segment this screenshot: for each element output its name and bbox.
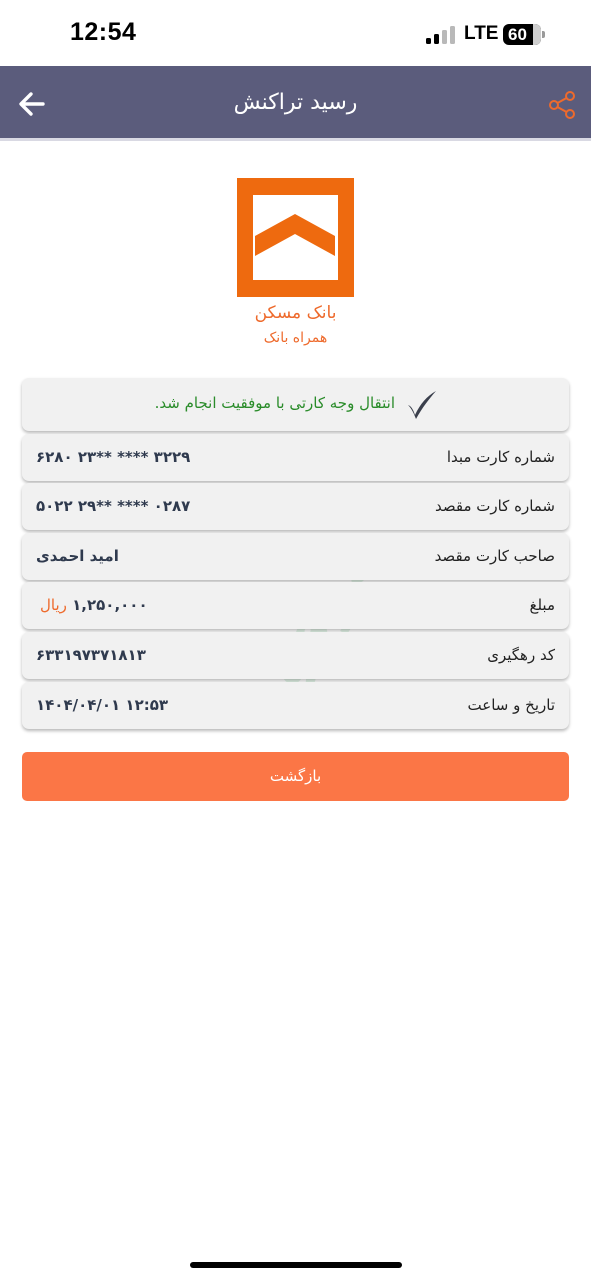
row-label: کد رهگیری <box>487 645 555 664</box>
row-label: شماره کارت مبدا <box>446 447 555 466</box>
battery-icon: 60 <box>503 24 541 45</box>
row-label: شماره کارت مقصد <box>434 497 555 516</box>
receipt-row-source-card: شماره کارت مبدا ۶۲۸۰ ۲۳** **** ۳۲۲۹ <box>22 433 569 481</box>
network-type: LTE <box>464 23 499 44</box>
transaction-datetime: ۱۴۰۴/۰۴/۰۱ ۱۲:۵۳ <box>36 695 169 714</box>
amount-value: ۱,۲۵۰,۰۰۰ ریال <box>36 596 148 614</box>
receipt-row-datetime: تاریخ و ساعت ۱۴۰۴/۰۴/۰۱ ۱۲:۵۳ <box>22 681 569 729</box>
receipt-row-tracking-code: کد رهگیری ۶۳۳۱۹۷۳۷۱۸۱۳ <box>22 631 569 679</box>
battery-tip <box>542 31 545 38</box>
receipt-row-destination-card: شماره کارت مقصد ۵۰۲۲ ۲۹** **** ۰۲۸۷ <box>22 483 569 531</box>
card-owner-name: امید احمدی <box>36 546 119 565</box>
success-message: انتقال وجه کارتی با موفقیت انجام شد. <box>154 394 395 412</box>
home-indicator[interactable] <box>190 1262 402 1268</box>
receipt-row-amount: مبلغ ۱,۲۵۰,۰۰۰ ریال <box>22 582 569 630</box>
destination-card-number: ۵۰۲۲ ۲۹** **** ۰۲۸۷ <box>36 497 191 516</box>
battery-level: 60 <box>508 25 527 44</box>
receipt-card: انتقال وجه کارتی با موفقیت انجام شد. شما… <box>22 378 569 731</box>
page-title: رسید تراکنش <box>233 90 358 115</box>
bank-logo <box>237 178 354 297</box>
success-row: انتقال وجه کارتی با موفقیت انجام شد. <box>22 378 569 431</box>
bank-app-name: همراه بانک <box>263 330 328 346</box>
checkmark-icon <box>408 391 436 419</box>
status-time: 12:54 <box>70 18 137 46</box>
tracking-code: ۶۳۳۱۹۷۳۷۱۸۱۳ <box>36 645 146 664</box>
row-label: تاریخ و ساعت <box>467 695 555 714</box>
source-card-number: ۶۲۸۰ ۲۳** **** ۳۲۲۹ <box>36 447 191 466</box>
receipt-row-card-owner: صاحب کارت مقصد امید احمدی <box>22 532 569 580</box>
share-icon <box>549 91 575 119</box>
share-button[interactable] <box>547 90 577 120</box>
app-header: رسید تراکنش <box>0 66 591 141</box>
amount-number: ۱,۲۵۰,۰۰۰ <box>72 596 148 615</box>
currency-label: ریال <box>40 596 67 615</box>
row-label: مبلغ <box>529 596 555 615</box>
return-button[interactable]: بازگشت <box>22 752 569 801</box>
row-label: صاحب کارت مقصد <box>434 546 555 565</box>
status-bar: 12:54 LTE 60 <box>0 0 591 66</box>
bank-name: بانک مسکن <box>254 303 337 323</box>
cellular-signal-icon <box>426 26 458 44</box>
